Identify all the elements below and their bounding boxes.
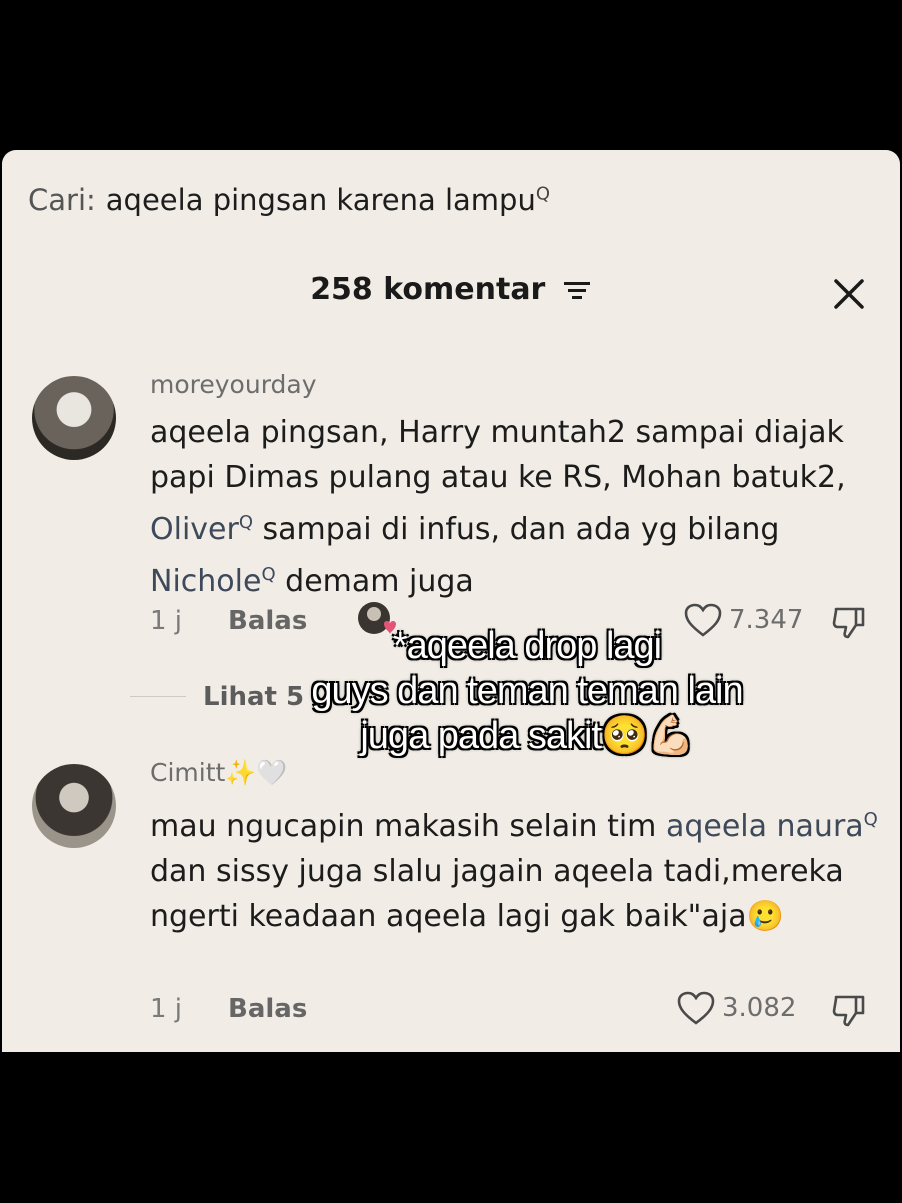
search-label: Cari: bbox=[28, 183, 96, 217]
dislike-icon[interactable] bbox=[830, 603, 868, 641]
comment-count-title: 258 komentar bbox=[310, 272, 546, 307]
avatar[interactable] bbox=[32, 764, 116, 848]
search-suggestion[interactable]: Cari: aqeela pingsan karena lampuQ bbox=[28, 183, 550, 217]
mention-link[interactable]: aqeela nauraQ bbox=[666, 809, 878, 844]
mention-link[interactable]: NicholeQ bbox=[150, 564, 276, 599]
caption-line: juga pada sakit🥺💪🏻 bbox=[360, 715, 694, 757]
comment-text: mau ngucapin makasih selain tim aqeela n… bbox=[150, 809, 878, 934]
search-query[interactable]: aqeela pingsan karena lampu bbox=[106, 183, 536, 217]
comment-time: 1 j bbox=[150, 994, 183, 1024]
avatar[interactable] bbox=[32, 376, 116, 460]
like-count: 3.082 bbox=[722, 993, 797, 1023]
caption-line: *aqeela drop lagi bbox=[392, 625, 662, 667]
like-button[interactable]: 3.082 bbox=[676, 990, 796, 1026]
view-replies-link[interactable]: Lihat 5 bbox=[203, 682, 304, 712]
comment-username[interactable]: moreyourday bbox=[150, 370, 317, 399]
search-icon: Q bbox=[238, 512, 253, 533]
comment-username[interactable]: Cimitt✨🤍 bbox=[150, 758, 288, 788]
heart-icon bbox=[677, 991, 715, 1025]
search-icon: Q bbox=[863, 809, 878, 830]
comments-header: 258 komentar bbox=[0, 272, 902, 307]
divider bbox=[130, 696, 186, 697]
close-icon[interactable] bbox=[832, 277, 866, 311]
search-icon: Q bbox=[261, 564, 276, 585]
filter-icon[interactable] bbox=[562, 278, 592, 304]
dislike-icon[interactable] bbox=[830, 991, 868, 1029]
search-icon: Q bbox=[535, 183, 551, 205]
reply-button[interactable]: Balas bbox=[228, 994, 307, 1024]
mention-link[interactable]: OliverQ bbox=[150, 512, 253, 547]
video-caption-overlay: *aqeela drop lagi guys dan teman teman l… bbox=[292, 624, 762, 759]
caption-line: guys dan teman teman lain bbox=[311, 670, 743, 712]
comment-text: aqeela pingsan, Harry muntah2 sampai dia… bbox=[150, 415, 846, 599]
comment-time: 1 j bbox=[150, 606, 183, 636]
